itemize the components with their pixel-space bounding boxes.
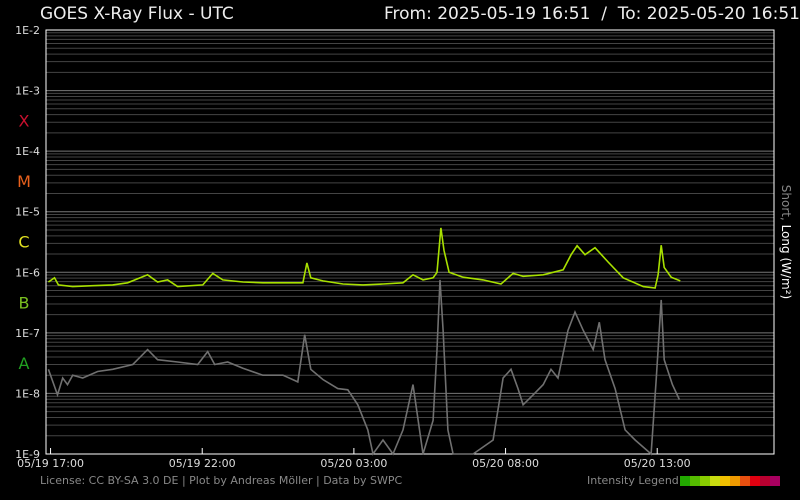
y-tick-label: 1E-8 — [15, 387, 40, 400]
y-tick-label: 1E-5 — [15, 206, 40, 219]
intensity-legend-label: Intensity Legend — [587, 474, 679, 487]
y-tick-label: 1E-2 — [15, 24, 40, 37]
legend-swatch — [719, 475, 730, 486]
x-tick-label: 05/20 13:00 — [624, 457, 691, 470]
y-tick-label: 1E-3 — [15, 85, 40, 98]
legend-swatch — [749, 475, 760, 486]
x-tick-label: 05/19 17:00 — [17, 457, 84, 470]
legend-swatch — [729, 475, 740, 486]
legend-swatch — [709, 475, 720, 486]
xray-flux-chart: 1E-21E-31E-41E-51E-61E-71E-81E-9XMCBA05/… — [15, 24, 793, 470]
flare-class-M: M — [17, 172, 31, 191]
series-short — [47, 279, 681, 456]
y-tick-label: 1E-4 — [15, 145, 40, 158]
flare-class-X: X — [19, 112, 30, 131]
legend-swatch — [759, 475, 770, 486]
series-long — [47, 227, 681, 289]
y-tick-label: 1E-7 — [15, 327, 40, 340]
flare-class-B: B — [19, 293, 30, 312]
y-axis-label: Short, Long (W/m²) — [779, 185, 793, 299]
x-tick-label: 05/20 08:00 — [472, 457, 539, 470]
legend-swatch — [689, 475, 700, 486]
license-text: License: CC BY-SA 3.0 DE | Plot by Andre… — [40, 474, 403, 487]
legend-swatch — [679, 475, 690, 486]
legend-swatch — [739, 475, 750, 486]
legend-swatch — [769, 475, 780, 486]
legend-swatch — [699, 475, 710, 486]
y-tick-label: 1E-6 — [15, 266, 40, 279]
y-axis-label-long: Long (W/m²) — [779, 225, 793, 300]
y-axis-label-short: Short, — [779, 185, 793, 225]
x-tick-label: 05/20 03:00 — [320, 457, 387, 470]
flare-class-C: C — [18, 233, 29, 252]
flare-class-A: A — [19, 354, 30, 373]
intensity-legend-swatches — [679, 475, 780, 486]
intensity-legend: Intensity Legend — [587, 474, 780, 487]
x-tick-label: 05/19 22:00 — [169, 457, 236, 470]
